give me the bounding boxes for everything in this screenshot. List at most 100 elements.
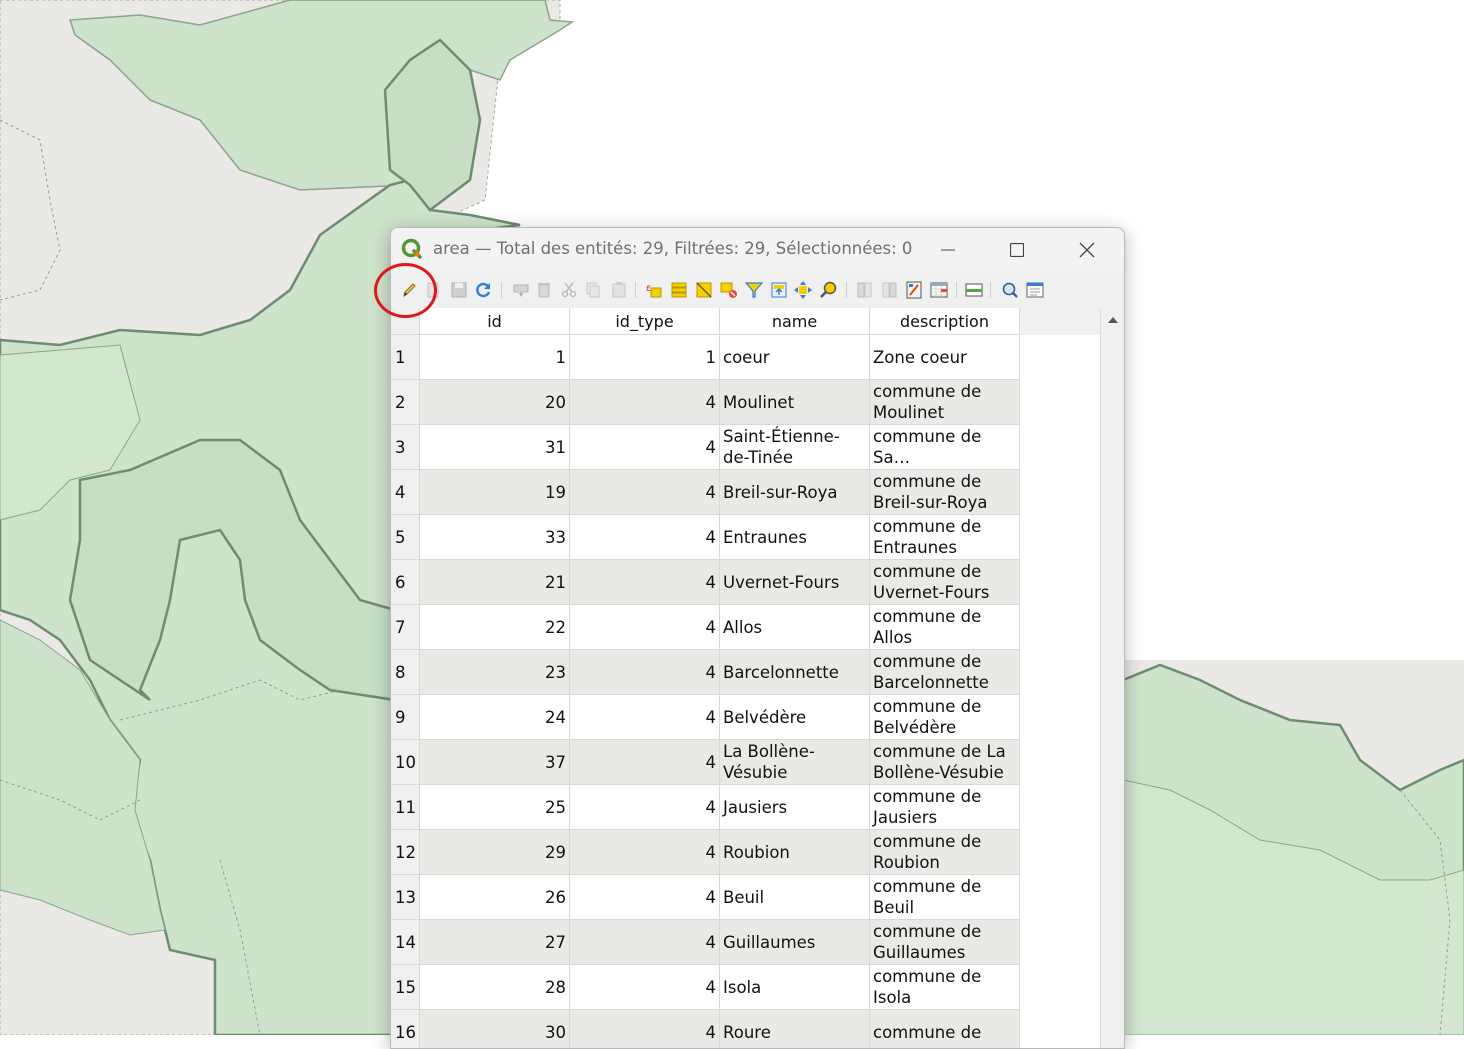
delete-feature-button[interactable] (534, 280, 554, 300)
cell-id-type[interactable]: 4 (570, 785, 720, 830)
table-row[interactable]: 2 20 4 Moulinet commune de Moulinet (391, 380, 1020, 425)
cell-id[interactable]: 28 (420, 965, 570, 1010)
table-row[interactable]: 9 24 4 Belvédère commune de Belvédère (391, 695, 1020, 740)
cell-name[interactable]: Belvédère (720, 695, 870, 740)
cell-name[interactable]: Beuil (720, 875, 870, 920)
cell-id-type[interactable]: 4 (570, 830, 720, 875)
row-number[interactable]: 14 (391, 920, 420, 965)
cell-description[interactable]: commune de Sa… (870, 425, 1020, 470)
cell-id-type[interactable]: 4 (570, 470, 720, 515)
cell-description[interactable]: commune de Entraunes (870, 515, 1020, 560)
cell-id[interactable]: 24 (420, 695, 570, 740)
cell-id-type[interactable]: 4 (570, 560, 720, 605)
cell-name[interactable]: La Bollène-Vésubie (720, 740, 870, 785)
column-header-description[interactable]: description (870, 308, 1020, 335)
cell-id-type[interactable]: 4 (570, 740, 720, 785)
cell-id-type[interactable]: 4 (570, 920, 720, 965)
pan-map-to-selection-button[interactable] (793, 280, 813, 300)
cell-id[interactable]: 22 (420, 605, 570, 650)
table-row[interactable]: 13 26 4 Beuil commune de Beuil (391, 875, 1020, 920)
cell-description[interactable]: commune de Allos (870, 605, 1020, 650)
cell-id-type[interactable]: 4 (570, 650, 720, 695)
cell-id-type[interactable]: 4 (570, 425, 720, 470)
row-number[interactable]: 5 (391, 515, 420, 560)
cell-name[interactable]: Allos (720, 605, 870, 650)
cell-id[interactable]: 31 (420, 425, 570, 470)
row-number[interactable]: 8 (391, 650, 420, 695)
cell-id[interactable]: 29 (420, 830, 570, 875)
maximize-button[interactable] (994, 228, 1040, 271)
delete-field-button[interactable] (880, 280, 900, 300)
select-by-expression-button[interactable]: ε (644, 280, 664, 300)
row-number[interactable]: 13 (391, 875, 420, 920)
table-row[interactable]: 12 29 4 Roubion commune de Roubion (391, 830, 1020, 875)
deselect-all-button[interactable] (719, 280, 739, 300)
cell-id-type[interactable]: 4 (570, 965, 720, 1010)
cell-id[interactable]: 1 (420, 335, 570, 380)
copy-button[interactable] (583, 280, 603, 300)
cell-id-type[interactable]: 4 (570, 380, 720, 425)
cell-id[interactable]: 26 (420, 875, 570, 920)
cut-button[interactable] (559, 280, 579, 300)
cell-description[interactable]: commune de Barcelonnette (870, 650, 1020, 695)
cell-name[interactable]: Roure (720, 1010, 870, 1048)
column-header-id-type[interactable]: id_type (570, 308, 720, 335)
cell-id-type[interactable]: 4 (570, 605, 720, 650)
row-number[interactable]: 12 (391, 830, 420, 875)
vertical-scrollbar[interactable] (1100, 308, 1124, 1048)
save-edits-button[interactable] (449, 280, 469, 300)
add-feature-button[interactable] (511, 280, 531, 300)
cell-id[interactable]: 37 (420, 740, 570, 785)
row-number[interactable]: 6 (391, 560, 420, 605)
cell-id[interactable]: 33 (420, 515, 570, 560)
table-row[interactable]: 11 25 4 Jausiers commune de Jausiers (391, 785, 1020, 830)
move-selection-to-top-button[interactable] (769, 280, 789, 300)
table-row[interactable]: 4 19 4 Breil-sur-Roya commune de Breil-sur-R… (391, 470, 1020, 515)
cell-description[interactable]: commune de Jausiers (870, 785, 1020, 830)
cell-id[interactable]: 25 (420, 785, 570, 830)
cell-id-type[interactable]: 4 (570, 875, 720, 920)
reload-table-button[interactable] (474, 280, 494, 300)
cell-id-type[interactable]: 1 (570, 335, 720, 380)
window-titlebar[interactable]: area — Total des entités: 29, Filtrées: … (391, 228, 1124, 271)
cell-description[interactable]: commune de Beuil (870, 875, 1020, 920)
cell-description[interactable]: commune de Guillaumes (870, 920, 1020, 965)
cell-name[interactable]: Guillaumes (720, 920, 870, 965)
minimize-button[interactable] (925, 228, 971, 271)
cell-description[interactable]: commune de Isola (870, 965, 1020, 1010)
field-calculator-button[interactable] (904, 280, 924, 300)
cell-description[interactable]: commune de Breil-sur-Roya (870, 470, 1020, 515)
row-number[interactable]: 16 (391, 1010, 420, 1048)
scroll-up-icon[interactable] (1107, 316, 1119, 324)
row-number[interactable]: 4 (391, 470, 420, 515)
cell-description[interactable]: Zone coeur (870, 335, 1020, 380)
cell-id[interactable]: 23 (420, 650, 570, 695)
zoom-map-to-selection-button[interactable] (819, 280, 839, 300)
cell-id[interactable]: 19 (420, 470, 570, 515)
cell-name[interactable]: Entraunes (720, 515, 870, 560)
cell-name[interactable]: Breil-sur-Roya (720, 470, 870, 515)
cell-name[interactable]: Barcelonnette (720, 650, 870, 695)
cell-id[interactable]: 27 (420, 920, 570, 965)
invert-selection-button[interactable] (694, 280, 714, 300)
cell-description[interactable]: commune de La Bollène-Vésubie (870, 740, 1020, 785)
dock-table-button[interactable] (964, 280, 984, 300)
paste-button[interactable] (609, 280, 629, 300)
cell-description[interactable]: commune de (870, 1010, 1020, 1048)
cell-id[interactable]: 30 (420, 1010, 570, 1048)
row-number[interactable]: 1 (391, 335, 420, 380)
filter-selection-button[interactable] (744, 280, 764, 300)
table-row[interactable]: 10 37 4 La Bollène-Vésubie commune de La Bol… (391, 740, 1020, 785)
table-row[interactable]: 8 23 4 Barcelonnette commune de Barcelonnett… (391, 650, 1020, 695)
table-row[interactable]: 3 31 4 Saint-Étienne-de-Tinée commune de Sa… (391, 425, 1020, 470)
cell-name[interactable]: Saint-Étienne-de-Tinée (720, 425, 870, 470)
cell-id-type[interactable]: 4 (570, 695, 720, 740)
cell-description[interactable]: commune de Roubion (870, 830, 1020, 875)
row-number[interactable]: 15 (391, 965, 420, 1010)
row-number[interactable]: 11 (391, 785, 420, 830)
select-all-button[interactable] (669, 280, 689, 300)
cell-id[interactable]: 20 (420, 380, 570, 425)
cell-id-type[interactable]: 4 (570, 515, 720, 560)
column-header-name[interactable]: name (720, 308, 870, 335)
table-row[interactable]: 7 22 4 Allos commune de Allos (391, 605, 1020, 650)
